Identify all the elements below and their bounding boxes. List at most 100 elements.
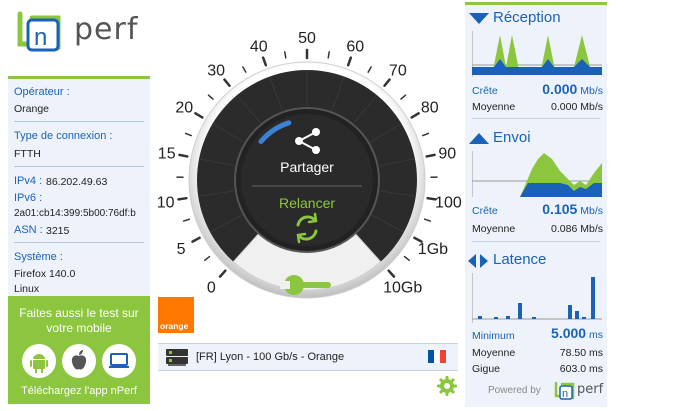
android-icon[interactable] bbox=[22, 344, 56, 378]
mobile-app-promo[interactable]: Faites aussi le test sur votre mobile Té… bbox=[8, 296, 150, 404]
operator-value: Orange bbox=[14, 103, 50, 115]
divider bbox=[472, 241, 600, 242]
latency-arrows-icon bbox=[468, 254, 488, 268]
reception-avg-label: Moyenne bbox=[472, 101, 516, 113]
results-panel: Réception Crête 0.000 Mb/s Moyenne 0.000… bbox=[465, 2, 607, 407]
server-name: [FR] Lyon - 100 Gb/s - Orange bbox=[196, 351, 345, 363]
gauge-minor-tick bbox=[403, 255, 410, 262]
gauge-scale-label: 10 bbox=[157, 194, 175, 211]
upload-arrow-icon bbox=[469, 133, 489, 144]
system-os: Linux bbox=[14, 283, 40, 295]
gauge-scale-label: 40 bbox=[250, 38, 268, 55]
gauge-major-tick bbox=[223, 78, 231, 88]
download-arrow-icon bbox=[469, 13, 489, 24]
upload-avg-label: Moyenne bbox=[472, 223, 516, 235]
gauge-major-tick bbox=[194, 112, 204, 119]
mini-logo-text: perf bbox=[577, 382, 604, 397]
latency-min-number: 5.000 bbox=[551, 325, 587, 341]
upload-peak-unit: Mb/s bbox=[580, 205, 603, 217]
latency-jitter-label: Gigue bbox=[472, 363, 501, 375]
system-browser: Firefox 140.0 bbox=[14, 268, 76, 280]
ipv6-value: 2a01:cb14:399:5b00:76df:b bbox=[14, 208, 136, 219]
mobile-promo-line2: votre mobile bbox=[46, 321, 112, 335]
logo-letter: n bbox=[34, 24, 47, 51]
divider bbox=[14, 121, 144, 122]
gauge-major-tick bbox=[218, 269, 227, 278]
mobile-promo-line1: Faites aussi le test sur bbox=[19, 306, 139, 320]
gauge-major-tick bbox=[177, 196, 188, 201]
latency-avg-label: Moyenne bbox=[472, 347, 516, 359]
gauge-minor-tick bbox=[207, 94, 214, 100]
gauge-minor-tick bbox=[400, 94, 407, 100]
connection-info-panel: Opérateur : Orange Type de connexion : F… bbox=[8, 76, 150, 297]
gauge-major-tick bbox=[425, 153, 436, 158]
asn-value: 3215 bbox=[46, 225, 70, 237]
latency-title: Latence bbox=[493, 251, 547, 268]
ipv6-label: IPv6 : bbox=[14, 192, 43, 204]
divider bbox=[472, 118, 600, 119]
restart-label: Relancer bbox=[279, 195, 335, 211]
upload-peak-number: 0.105 bbox=[542, 201, 578, 217]
gauge-minor-tick bbox=[184, 132, 192, 137]
latency-jitter-value: 603.0 ms bbox=[559, 363, 603, 375]
latency-min-value: 5.000 ms bbox=[551, 325, 603, 341]
gauge-scale-label: 15 bbox=[158, 145, 176, 162]
latency-min-label: Minimum bbox=[472, 330, 515, 342]
latency-min-unit: ms bbox=[589, 329, 603, 341]
gauge-scale-label: 10Gb bbox=[383, 279, 422, 296]
ipv4-label: IPv4 : bbox=[14, 175, 43, 187]
gauge-scale-label: 1Gb bbox=[418, 241, 448, 258]
share-label: Partager bbox=[280, 159, 334, 175]
mini-logo-letter: n bbox=[562, 388, 568, 400]
upload-title: Envoi bbox=[493, 129, 531, 146]
gauge-scale-label: 90 bbox=[438, 145, 456, 162]
gauge-major-tick bbox=[261, 56, 268, 67]
operator-label: Opérateur : bbox=[14, 86, 70, 98]
reception-peak-label: Crête bbox=[472, 85, 498, 97]
gauge-major-tick bbox=[178, 153, 189, 158]
powered-by-text: Powered by bbox=[488, 385, 541, 396]
settings-gear-icon[interactable] bbox=[437, 376, 457, 396]
gauge-major-tick bbox=[410, 112, 420, 119]
gauge-minor-tick bbox=[242, 66, 247, 73]
connection-type-value: FTTH bbox=[14, 148, 41, 160]
gauge-major-tick bbox=[191, 236, 201, 243]
upload-avg-value: 0.086 Mb/s bbox=[551, 223, 603, 235]
latency-avg-value: 78.50 ms bbox=[559, 347, 603, 359]
desktop-icon[interactable] bbox=[102, 344, 136, 378]
gauge-scale-label: 60 bbox=[346, 38, 364, 55]
gauge-scale-label: 30 bbox=[207, 63, 225, 80]
mobile-promo-title: Faites aussi le test sur votre mobile bbox=[8, 306, 150, 336]
nperf-logo: n perf bbox=[12, 8, 152, 58]
gauge-minor-tick bbox=[204, 255, 211, 262]
gauge-scale-label: 70 bbox=[389, 63, 407, 80]
reception-peak-value: 0.000 Mb/s bbox=[542, 81, 603, 97]
apple-icon[interactable] bbox=[62, 344, 96, 378]
test-server-bar[interactable]: [FR] Lyon - 100 Gb/s - Orange bbox=[158, 343, 458, 371]
gauge-minor-tick bbox=[423, 218, 432, 222]
download-app-link[interactable]: Téléchargez l'app nPerf bbox=[8, 385, 150, 397]
reception-peak-unit: Mb/s bbox=[580, 85, 603, 97]
gauge-scale-label: 20 bbox=[175, 100, 193, 117]
system-label: Système : bbox=[14, 251, 63, 263]
latency-graph bbox=[472, 273, 602, 323]
upload-peak-label: Crête bbox=[472, 205, 498, 217]
server-icon bbox=[166, 349, 188, 366]
gauge-scale-label: 0 bbox=[207, 279, 216, 296]
reception-peak-number: 0.000 bbox=[542, 81, 578, 97]
logo-text: perf bbox=[74, 12, 139, 47]
nperf-logo-mark: n bbox=[17, 11, 61, 52]
reception-avg-value: 0.000 Mb/s bbox=[551, 101, 603, 113]
gauge-scale-label: 80 bbox=[421, 100, 439, 117]
reception-graph bbox=[472, 31, 602, 77]
upload-graph bbox=[472, 151, 602, 197]
divider bbox=[14, 166, 144, 167]
france-flag-icon bbox=[428, 350, 446, 363]
gauge-major-tick bbox=[346, 56, 353, 67]
asn-label: ASN : bbox=[14, 224, 43, 236]
gauge-minor-tick bbox=[182, 218, 191, 222]
nperf-mini-logo[interactable]: n perf bbox=[553, 380, 609, 402]
gauge-major-tick bbox=[383, 78, 391, 88]
gauge-scale-label: 50 bbox=[298, 30, 316, 47]
gauge-minor-tick bbox=[367, 66, 372, 73]
